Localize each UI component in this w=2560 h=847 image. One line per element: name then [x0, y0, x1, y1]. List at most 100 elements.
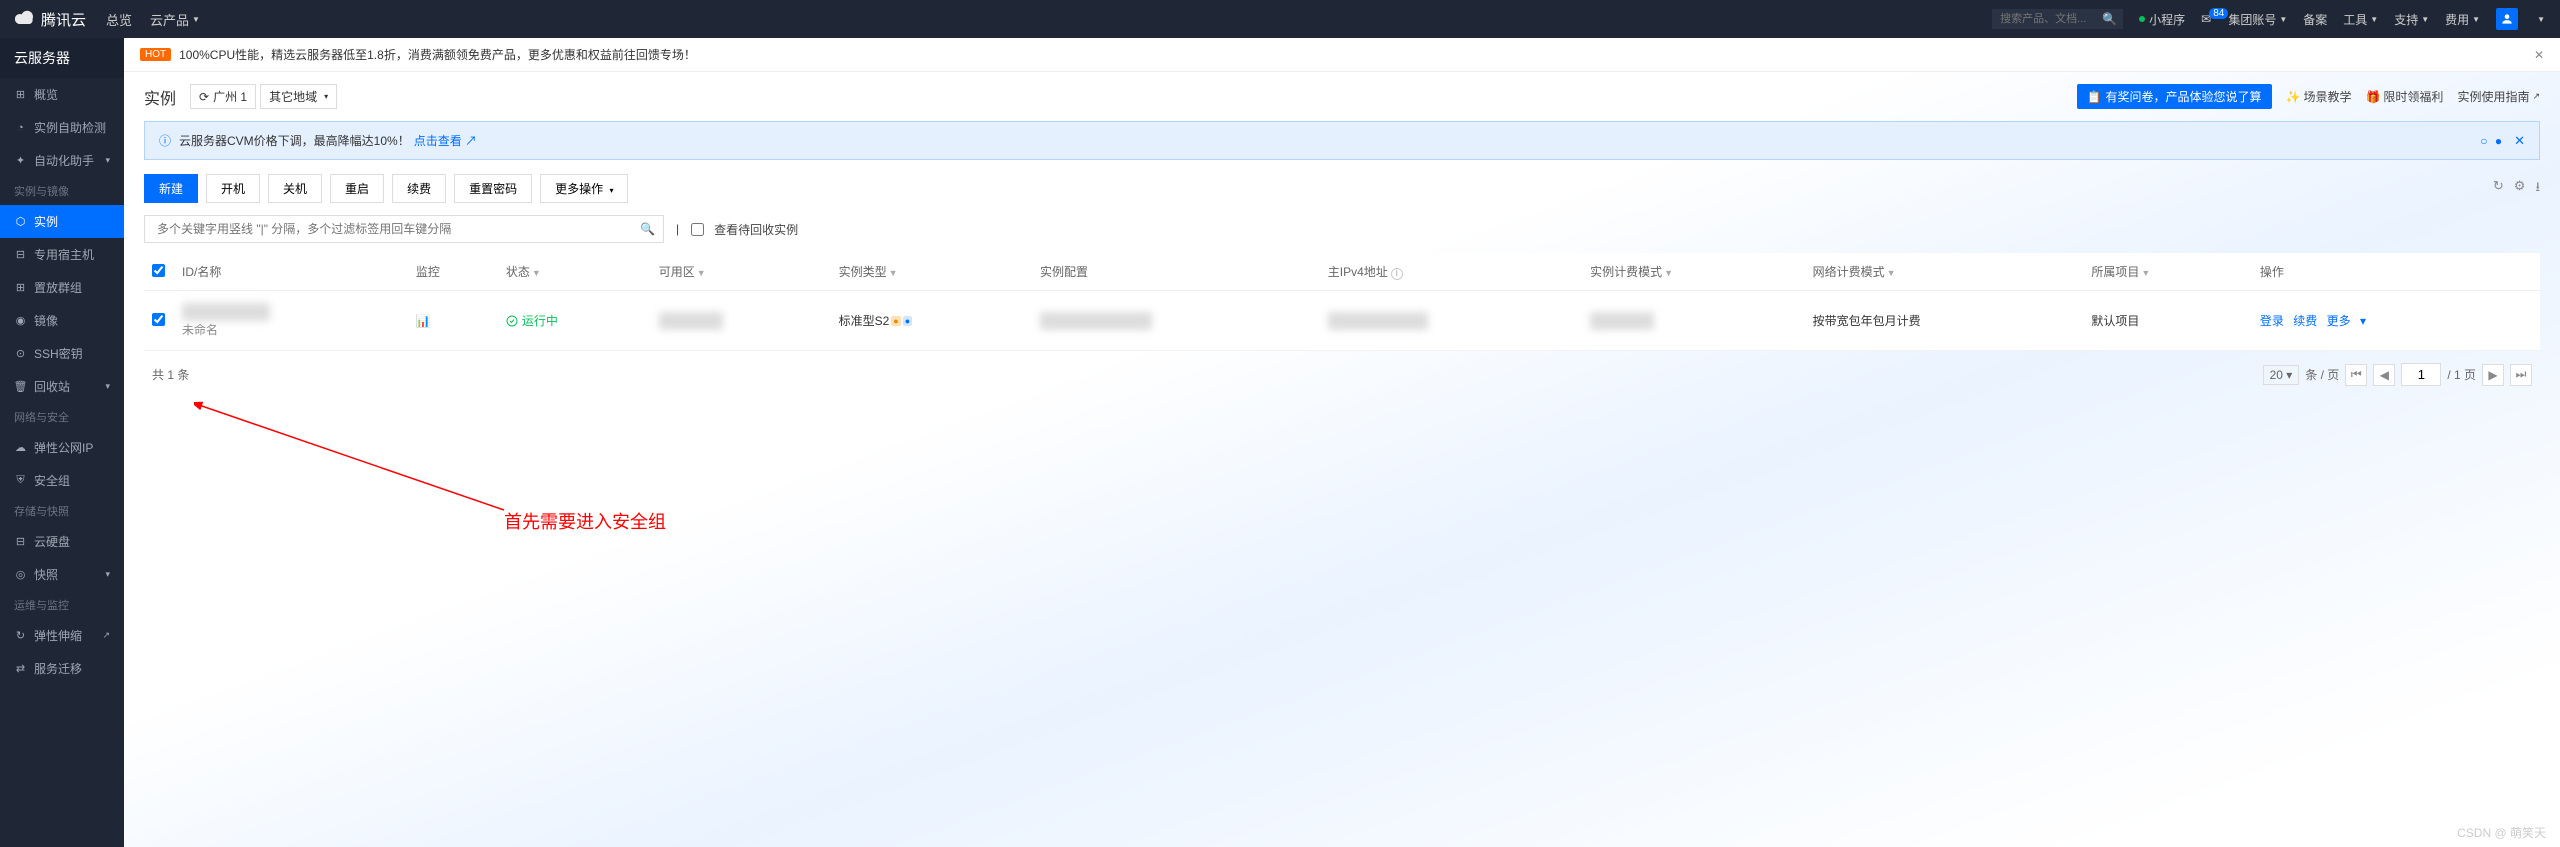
- notification-badge: 84: [2209, 8, 2228, 19]
- nav-overview[interactable]: 总览: [106, 10, 132, 29]
- close-icon[interactable]: ✕: [2514, 133, 2525, 149]
- top-link-tools[interactable]: 工具▼: [2343, 11, 2378, 28]
- cell-zone: xxxx: [651, 291, 831, 351]
- recycle-checkbox[interactable]: [691, 223, 704, 236]
- search-icon[interactable]: 🔍: [2102, 12, 2117, 26]
- renew-action[interactable]: 续费: [2293, 314, 2317, 328]
- snapshot-icon: ◎: [14, 568, 27, 581]
- shield-icon: ⛨: [14, 474, 27, 487]
- region-selector[interactable]: ⟳广州 1: [190, 84, 256, 109]
- user-avatar[interactable]: [2496, 8, 2518, 30]
- next-page-button[interactable]: ▶: [2482, 364, 2504, 386]
- sidebar-item-security-group[interactable]: ⛨安全组: [0, 464, 124, 497]
- filter-row: 🔍 | 查看待回收实例: [144, 215, 2540, 243]
- per-page-label: 条 / 页: [2305, 366, 2339, 383]
- sidebar-item-migration[interactable]: ⇄服务迁移: [0, 652, 124, 685]
- new-button[interactable]: 新建: [144, 174, 198, 203]
- account-menu[interactable]: ✉84 集团账号▼: [2201, 11, 2287, 28]
- survey-icon: 📋: [2087, 90, 2102, 104]
- top-link-support[interactable]: 支持▼: [2394, 11, 2429, 28]
- info-icon: ⓘ: [159, 132, 171, 149]
- col-project[interactable]: 所属项目▼: [2083, 253, 2251, 291]
- page-total: / 1 页: [2447, 366, 2476, 383]
- filter-icon[interactable]: ▼: [1887, 268, 1896, 278]
- search-icon[interactable]: 🔍: [640, 222, 655, 236]
- top-link-cost[interactable]: 费用▼: [2445, 11, 2480, 28]
- sidebar-item-eip[interactable]: ☁弹性公网IP: [0, 431, 124, 464]
- filter-icon[interactable]: ▼: [1664, 268, 1673, 278]
- renew-button[interactable]: 续费: [392, 174, 446, 203]
- group-icon: ⊞: [14, 281, 27, 294]
- search-input[interactable]: [1992, 9, 2102, 29]
- col-type[interactable]: 实例类型▼: [831, 253, 1032, 291]
- head-link-bonus[interactable]: 🎁限时领福利: [2365, 88, 2443, 105]
- scale-icon: ↻: [14, 629, 27, 642]
- info-link[interactable]: 点击查看 ↗: [414, 132, 477, 149]
- wand-icon: ✨: [2286, 90, 2301, 104]
- filter-icon[interactable]: ▼: [2141, 268, 2150, 278]
- survey-pill[interactable]: 📋有奖问卷，产品体验您说了算: [2077, 84, 2272, 109]
- refresh-icon[interactable]: ↻: [2493, 178, 2504, 200]
- nav-products[interactable]: 云产品▼: [150, 10, 200, 29]
- global-search[interactable]: 🔍: [1992, 9, 2123, 29]
- cell-billing: xxxx: [1582, 291, 1804, 351]
- disc-icon: ◉: [14, 314, 27, 327]
- other-region-selector[interactable]: 其它地域▾: [260, 84, 337, 109]
- sidebar-item-overview[interactable]: ⊞概览: [0, 78, 124, 111]
- sidebar-item-ssh[interactable]: ⊙SSH密钥: [0, 337, 124, 370]
- mini-program-link[interactable]: 小程序: [2139, 11, 2185, 28]
- download-icon[interactable]: ⭳: [2535, 178, 2540, 200]
- close-icon[interactable]: ✕: [2534, 48, 2544, 62]
- select-all-checkbox[interactable]: [152, 264, 165, 277]
- sidebar-item-image[interactable]: ◉镜像: [0, 304, 124, 337]
- annotation-text: 首先需要进入安全组: [504, 508, 666, 534]
- sidebar-item-recycle[interactable]: 🗑回收站▾: [0, 370, 124, 403]
- start-button[interactable]: 开机: [206, 174, 260, 203]
- table-row[interactable]: xxxxxxxx未命名 📊 运行中 xxxx 标准型S2●● xxxxxxxxx…: [144, 291, 2540, 351]
- sidebar-item-placement[interactable]: ⊞置放群组: [0, 271, 124, 304]
- page-input[interactable]: [2401, 363, 2441, 386]
- first-page-button[interactable]: ⏮: [2345, 364, 2367, 386]
- chart-icon[interactable]: 📊: [416, 314, 431, 328]
- sidebar-item-cbs[interactable]: ⊟云硬盘: [0, 525, 124, 558]
- table-search[interactable]: 🔍: [144, 215, 664, 243]
- sidebar-item-snapshot[interactable]: ◎快照▾: [0, 558, 124, 591]
- cloud-icon: ☁: [14, 441, 27, 454]
- login-action[interactable]: 登录: [2260, 314, 2284, 328]
- help-icon[interactable]: i: [1391, 268, 1403, 280]
- info-banner: ⓘ 云服务器CVM价格下调，最高降幅达10%！ 点击查看 ↗ ○ ● ✕: [144, 121, 2540, 160]
- recycle-label[interactable]: 查看待回收实例: [714, 221, 798, 238]
- hot-tag: HOT: [140, 48, 171, 61]
- carousel-dots[interactable]: ○ ●: [2480, 134, 2504, 148]
- shutdown-button[interactable]: 关机: [268, 174, 322, 203]
- filter-input[interactable]: [153, 216, 640, 242]
- sidebar-item-selfcheck[interactable]: ◔实例自助检测: [0, 111, 124, 144]
- sidebar-title: 云服务器: [0, 38, 124, 78]
- brand-logo[interactable]: 腾讯云: [15, 9, 86, 30]
- filter-icon[interactable]: ▼: [697, 268, 706, 278]
- head-link-guide[interactable]: 实例使用指南↗: [2457, 88, 2540, 105]
- col-config: 实例配置: [1032, 253, 1320, 291]
- head-link-tutorial[interactable]: ✨场景教学: [2286, 88, 2352, 105]
- col-billing[interactable]: 实例计费模式▼: [1582, 253, 1804, 291]
- filter-icon[interactable]: ▼: [532, 268, 541, 278]
- col-zone[interactable]: 可用区▼: [651, 253, 831, 291]
- sidebar-item-dedicated[interactable]: ⊟专用宿主机: [0, 238, 124, 271]
- more-action[interactable]: 更多 ▾: [2327, 314, 2366, 328]
- prev-page-button[interactable]: ◀: [2373, 364, 2395, 386]
- col-status[interactable]: 状态▼: [498, 253, 651, 291]
- top-link-beian[interactable]: 备案: [2303, 11, 2327, 28]
- sidebar-item-autoscale[interactable]: ↻弹性伸缩↗: [0, 619, 124, 652]
- more-actions-button[interactable]: 更多操作 ▾: [540, 174, 628, 203]
- reset-pwd-button[interactable]: 重置密码: [454, 174, 532, 203]
- reboot-button[interactable]: 重启: [330, 174, 384, 203]
- settings-icon[interactable]: ⚙: [2514, 178, 2526, 200]
- sidebar-item-instances[interactable]: ⬡实例: [0, 205, 124, 238]
- row-checkbox[interactable]: [152, 313, 165, 326]
- sidebar-item-automation[interactable]: ✦自动化助手▾: [0, 144, 124, 177]
- col-net-billing[interactable]: 网络计费模式▼: [1805, 253, 2084, 291]
- table-footer: 共 1 条 20 ▾ 条 / 页 ⏮ ◀ / 1 页 ▶ ⏭: [144, 351, 2540, 398]
- last-page-button[interactable]: ⏭: [2510, 364, 2532, 386]
- filter-icon[interactable]: ▼: [889, 268, 898, 278]
- page-size-select[interactable]: 20 ▾: [2263, 365, 2300, 385]
